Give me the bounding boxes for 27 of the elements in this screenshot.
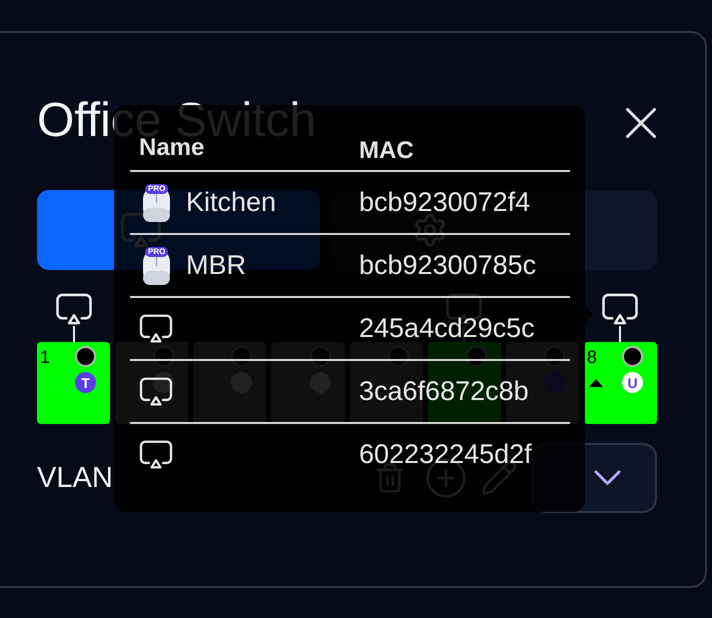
connector-line xyxy=(619,326,622,342)
mac-address: 3ca6f6872c8b xyxy=(359,378,529,405)
mac-address: 602232245d2f xyxy=(359,441,532,468)
tag-badge: T xyxy=(75,372,96,393)
mac-address: bcb92300785c xyxy=(359,252,536,279)
column-header: MAC xyxy=(359,139,414,163)
close-icon[interactable] xyxy=(626,108,656,138)
cast-icon xyxy=(138,440,174,470)
cast-icon xyxy=(138,314,174,344)
mac-address: 245a4cd29c5c xyxy=(359,315,535,342)
port-number: 8 xyxy=(586,348,597,366)
pro-badge: PRO xyxy=(145,246,168,256)
client-name: MBR xyxy=(186,252,246,279)
vlan-label: VLAN xyxy=(37,464,113,492)
pro-badge: PRO xyxy=(145,184,168,194)
mac-address: bcb9230072f4 xyxy=(359,189,530,216)
cast-icon xyxy=(138,376,174,406)
chevron-down-icon xyxy=(594,470,621,486)
column-header: Name xyxy=(139,134,204,161)
port-tile[interactable]: 8 U xyxy=(584,342,657,424)
status-ring-icon xyxy=(622,346,643,367)
status-ring-icon xyxy=(75,346,96,367)
port-tile[interactable]: 1 T xyxy=(37,342,110,424)
port-number: 1 xyxy=(40,348,50,366)
connector-line xyxy=(72,326,75,342)
client-name: Kitchen xyxy=(186,189,276,216)
tag-badge: U xyxy=(622,372,643,393)
